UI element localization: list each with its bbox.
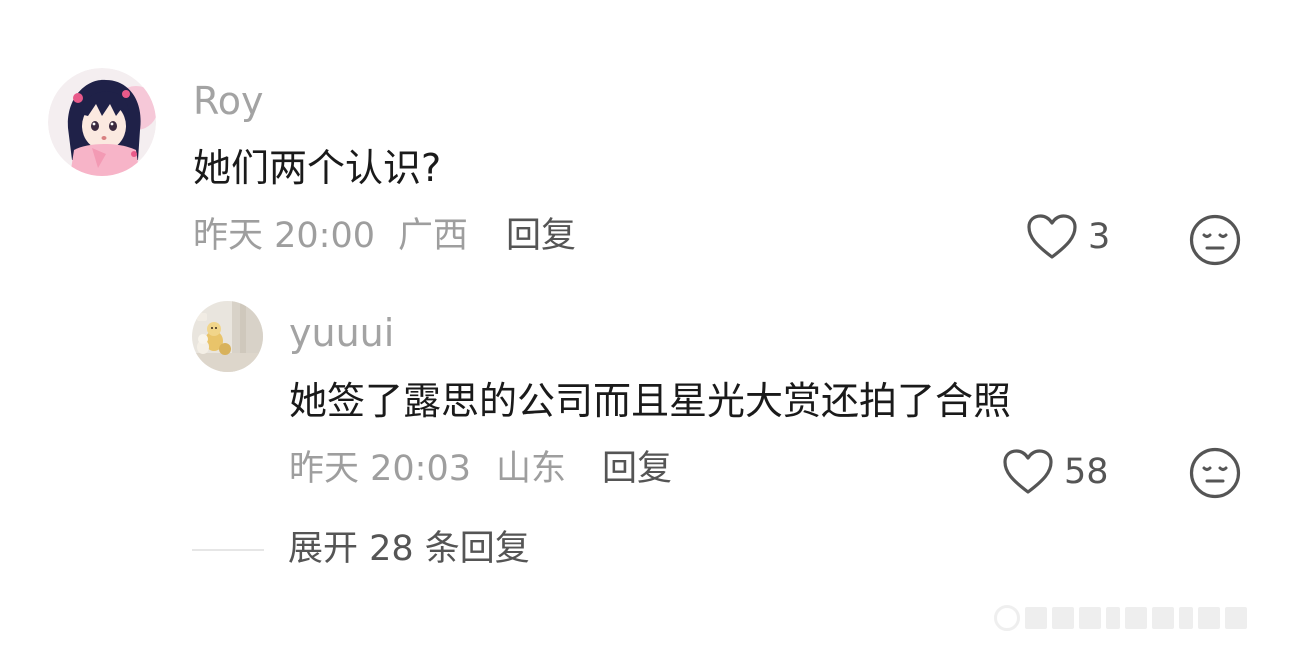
plush-toy-photo-avatar-icon [192, 301, 263, 372]
reply-like-button[interactable]: 58 [1002, 448, 1109, 496]
heart-outline-icon [1027, 214, 1077, 259]
comment-like-button[interactable]: 3 [1026, 213, 1110, 261]
avatar-yuuui[interactable] [192, 301, 263, 372]
watermark-glyph [1106, 607, 1120, 629]
reply-like-count: 58 [1064, 451, 1109, 492]
watermark-glyph [1025, 607, 1047, 629]
watermark-glyph [1225, 607, 1247, 629]
reply-location: 山东 [496, 449, 567, 489]
reply-emoji-button[interactable] [1189, 447, 1241, 503]
comment-like-count: 3 [1088, 216, 1111, 257]
comment-location: 广西 [398, 216, 469, 256]
expand-replies-button[interactable]: 展开 28 条回复 [288, 532, 530, 567]
comment-username[interactable]: Roy [193, 82, 263, 120]
reply-username[interactable]: yuuui [289, 314, 394, 352]
watermark-logo-icon [994, 605, 1020, 631]
reply-text: 她签了露思的公司而且星光大赏还拍了合照 [289, 379, 1012, 423]
neutral-face-icon [1189, 447, 1241, 499]
reply-reply-button[interactable]: 回复 [602, 452, 672, 487]
watermark-glyph [1152, 607, 1174, 629]
comment-reply-button[interactable]: 回复 [506, 219, 576, 254]
watermark [994, 603, 1278, 633]
expand-divider [192, 549, 264, 551]
anime-girl-avatar-icon [48, 68, 156, 176]
neutral-face-icon [1189, 214, 1241, 266]
reply-time: 昨天 20:03 [289, 449, 471, 489]
comment-emoji-button[interactable] [1189, 214, 1241, 270]
watermark-glyph [1198, 607, 1220, 629]
watermark-glyph [1079, 607, 1101, 629]
watermark-glyph [1125, 607, 1147, 629]
avatar-roy[interactable] [48, 68, 156, 176]
watermark-glyph [1052, 607, 1074, 629]
heart-outline-icon [1003, 449, 1053, 494]
watermark-glyph [1179, 607, 1193, 629]
comment-time: 昨天 20:00 [193, 216, 375, 256]
comment-text: 她们两个认识? [193, 146, 442, 190]
